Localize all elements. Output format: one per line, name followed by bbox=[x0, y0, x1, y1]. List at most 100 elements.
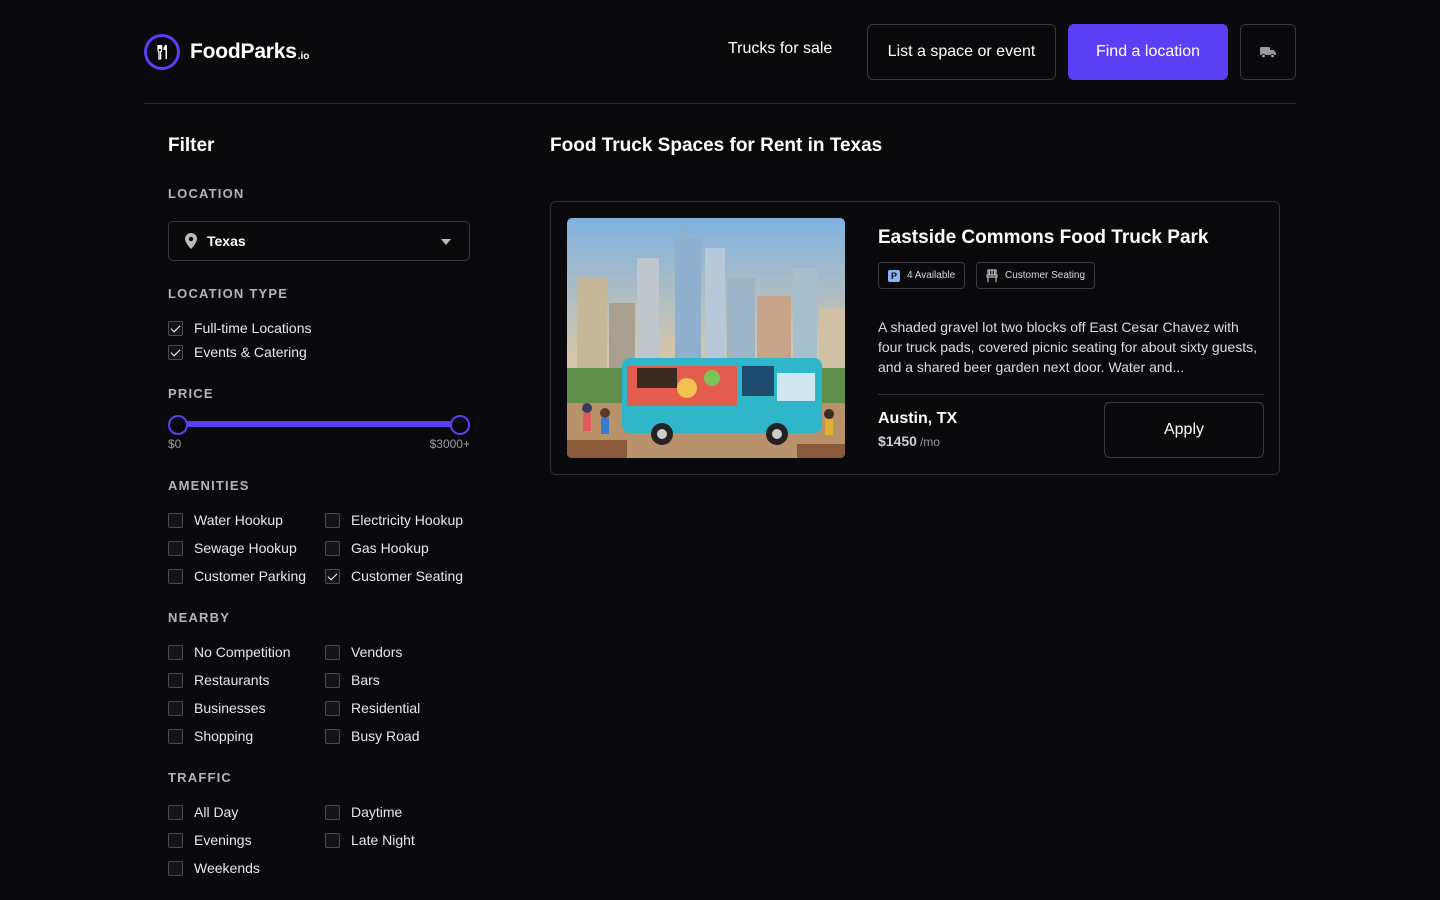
nearby-option[interactable]: Residential bbox=[325, 700, 420, 716]
amenity-option[interactable]: Customer Seating bbox=[325, 568, 463, 584]
chevron-down-icon bbox=[441, 239, 451, 245]
page-title: Food Truck Spaces for Rent in Texas bbox=[550, 135, 883, 156]
checkbox-label: Water Hookup bbox=[194, 512, 283, 528]
price-min-label: $0 bbox=[168, 437, 182, 451]
find-location-button[interactable]: Find a location bbox=[1068, 24, 1228, 80]
listing-card[interactable]: Eastside Commons Food Truck Park P 4 Ava… bbox=[550, 201, 1280, 475]
site-header: FoodParks .io Trucks for sale List a spac… bbox=[144, 0, 1296, 104]
checkbox[interactable] bbox=[325, 512, 340, 528]
price-range-track[interactable] bbox=[178, 421, 460, 427]
nearby-option[interactable]: Busy Road bbox=[325, 728, 419, 744]
trucks-for-sale-link[interactable]: Trucks for sale bbox=[728, 40, 832, 58]
checkbox[interactable] bbox=[325, 540, 340, 556]
amenity-option[interactable]: Electricity Hookup bbox=[325, 512, 463, 528]
price-max-handle[interactable] bbox=[450, 415, 470, 435]
traffic-label: TRAFFIC bbox=[168, 770, 232, 785]
price-min-handle[interactable] bbox=[168, 415, 188, 435]
nearby-option[interactable]: Shopping bbox=[168, 728, 253, 744]
checkbox[interactable] bbox=[168, 804, 183, 820]
listing-price: $1450/mo bbox=[878, 433, 940, 449]
checkbox-label: Businesses bbox=[194, 700, 266, 716]
checkbox-label: Late Night bbox=[351, 832, 415, 848]
traffic-option[interactable]: Daytime bbox=[325, 804, 402, 820]
checkbox-label: Bars bbox=[351, 672, 380, 688]
list-space-button[interactable]: List a space or event bbox=[867, 24, 1056, 80]
truck-button[interactable] bbox=[1240, 24, 1296, 80]
checkbox-label: Gas Hookup bbox=[351, 540, 429, 556]
map-pin-icon bbox=[185, 233, 197, 249]
amenity-option[interactable]: Water Hookup bbox=[168, 512, 283, 528]
availability-text: 4 Available bbox=[907, 270, 956, 281]
checkbox[interactable] bbox=[168, 700, 183, 716]
location-type-label: LOCATION TYPE bbox=[168, 286, 289, 301]
checkbox[interactable] bbox=[168, 540, 183, 556]
price-unit: /mo bbox=[919, 435, 940, 449]
location-label: LOCATION bbox=[168, 186, 245, 201]
logo[interactable]: FoodParks .io bbox=[144, 34, 309, 70]
checkbox[interactable] bbox=[325, 644, 340, 660]
listing-city: Austin, TX bbox=[878, 410, 958, 427]
location-value: Texas bbox=[207, 233, 246, 249]
checkbox[interactable] bbox=[325, 804, 340, 820]
nearby-label: NEARBY bbox=[168, 610, 231, 625]
truck-icon bbox=[1260, 47, 1276, 59]
checkbox-label: Weekends bbox=[194, 860, 260, 876]
checkbox[interactable] bbox=[168, 568, 183, 584]
checkbox[interactable] bbox=[168, 512, 183, 528]
seating-badge: Customer Seating bbox=[976, 262, 1096, 289]
traffic-option[interactable]: All Day bbox=[168, 804, 238, 820]
checkbox-label: Electricity Hookup bbox=[351, 512, 464, 528]
checkbox[interactable] bbox=[168, 344, 183, 360]
checkbox[interactable] bbox=[168, 860, 183, 876]
checkbox[interactable] bbox=[168, 832, 183, 848]
checkbox-label: No Competition bbox=[194, 644, 291, 660]
listing-title[interactable]: Eastside Commons Food Truck Park bbox=[878, 227, 1208, 249]
checkbox-label: Busy Road bbox=[351, 728, 420, 744]
parking-icon: P bbox=[888, 269, 900, 282]
checkbox-label: Daytime bbox=[351, 804, 403, 820]
checkbox[interactable] bbox=[325, 728, 340, 744]
checkbox[interactable] bbox=[168, 728, 183, 744]
logo-tld: .io bbox=[297, 51, 310, 62]
checkbox[interactable] bbox=[325, 672, 340, 688]
checkbox[interactable] bbox=[168, 644, 183, 660]
checkbox[interactable] bbox=[325, 700, 340, 716]
traffic-option[interactable]: Weekends bbox=[168, 860, 260, 876]
amenity-option[interactable]: Sewage Hookup bbox=[168, 540, 297, 556]
price-label: PRICE bbox=[168, 386, 214, 401]
nearby-option[interactable]: Restaurants bbox=[168, 672, 269, 688]
traffic-option[interactable]: Evenings bbox=[168, 832, 252, 848]
checkbox[interactable] bbox=[168, 672, 183, 688]
listing-image[interactable] bbox=[567, 218, 845, 458]
seating-text: Customer Seating bbox=[1005, 270, 1086, 281]
checkbox-label: Full-time Locations bbox=[194, 320, 312, 336]
nearby-option[interactable]: Bars bbox=[325, 672, 380, 688]
location-select[interactable]: Texas bbox=[168, 221, 470, 261]
checkbox-label: Evenings bbox=[194, 832, 252, 848]
availability-badge: P 4 Available bbox=[878, 262, 966, 289]
nearby-option[interactable]: Vendors bbox=[325, 644, 402, 660]
card-divider bbox=[878, 394, 1264, 395]
location-type-option[interactable]: Events & Catering bbox=[168, 344, 307, 360]
checkbox[interactable] bbox=[168, 320, 183, 336]
checkbox-label: Customer Seating bbox=[351, 568, 464, 584]
nearby-option[interactable]: Businesses bbox=[168, 700, 266, 716]
amenity-option[interactable]: Gas Hookup bbox=[325, 540, 429, 556]
checkbox-label: Shopping bbox=[194, 728, 254, 744]
checkbox-label: All Day bbox=[194, 804, 239, 820]
listing-description: A shaded gravel lot two blocks off East … bbox=[878, 319, 1257, 375]
location-type-option[interactable]: Full-time Locations bbox=[168, 320, 312, 336]
price-max-label: $3000+ bbox=[429, 437, 470, 451]
checkbox[interactable] bbox=[325, 832, 340, 848]
fork-knife-icon bbox=[144, 34, 180, 70]
amenity-option[interactable]: Customer Parking bbox=[168, 568, 306, 584]
chair-icon bbox=[986, 269, 998, 282]
checkbox[interactable] bbox=[325, 568, 340, 584]
nearby-option[interactable]: No Competition bbox=[168, 644, 291, 660]
checkbox-label: Customer Parking bbox=[194, 568, 307, 584]
traffic-option[interactable]: Late Night bbox=[325, 832, 415, 848]
checkbox-label: Restaurants bbox=[194, 672, 270, 688]
apply-button[interactable]: Apply bbox=[1104, 402, 1264, 458]
checkbox-label: Residential bbox=[351, 700, 421, 716]
price-value: $1450 bbox=[878, 433, 917, 449]
